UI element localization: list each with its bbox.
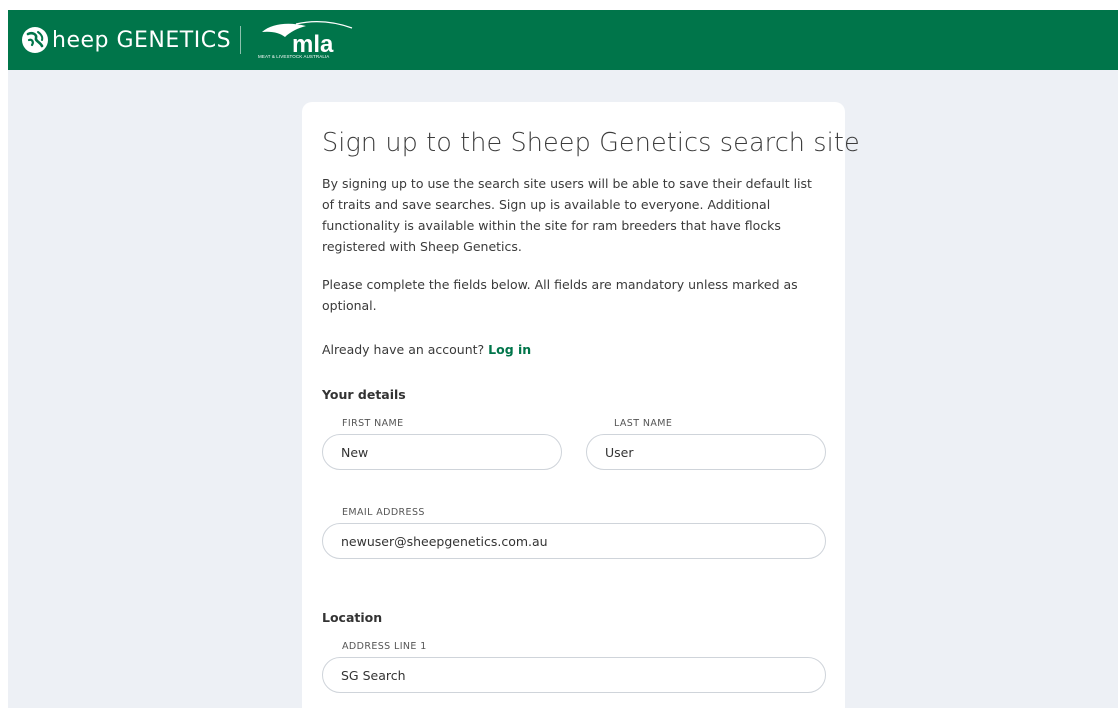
email-input[interactable]: [322, 523, 826, 559]
your-details-heading: Your details: [322, 387, 406, 402]
page-title: Sign up to the Sheep Genetics search sit…: [322, 128, 860, 158]
brand-name: heep GENETICS: [52, 27, 232, 53]
first-name-input[interactable]: [322, 434, 562, 470]
mla-logo[interactable]: mla MEAT & LIVESTOCK AUSTRALIA: [258, 20, 358, 64]
mla-logo-icon: mla: [262, 21, 353, 58]
mla-wordmark: mla: [292, 31, 334, 54]
sheep-genetics-logo[interactable]: heep GENETICS: [20, 24, 231, 56]
intro-text: By signing up to use the search site use…: [322, 176, 812, 254]
address-line-1-label: ADDRESS LINE 1: [342, 641, 427, 652]
email-label: EMAIL ADDRESS: [342, 507, 425, 518]
first-name-label: FIRST NAME: [342, 418, 404, 429]
page-frame: heep GENETICS mla MEAT & LIVESTOCK AUSTR…: [8, 10, 1118, 708]
address-line-1-input[interactable]: [322, 657, 826, 693]
login-link[interactable]: Log in: [488, 342, 531, 357]
last-name-input[interactable]: [586, 434, 826, 470]
instructions-text: Please complete the fields below. All fi…: [322, 277, 798, 313]
login-prompt: Already have an account? Log in: [322, 339, 531, 360]
location-heading: Location: [322, 610, 383, 625]
site-header: heep GENETICS mla MEAT & LIVESTOCK AUSTR…: [8, 10, 1118, 70]
header-divider: [240, 26, 241, 54]
last-name-label: LAST NAME: [614, 418, 673, 429]
login-prompt-text: Already have an account?: [322, 342, 485, 357]
mla-subtitle: MEAT & LIVESTOCK AUSTRALIA: [258, 54, 330, 59]
signup-card: Sign up to the Sheep Genetics search sit…: [302, 102, 860, 708]
sheep-icon: [22, 27, 48, 53]
